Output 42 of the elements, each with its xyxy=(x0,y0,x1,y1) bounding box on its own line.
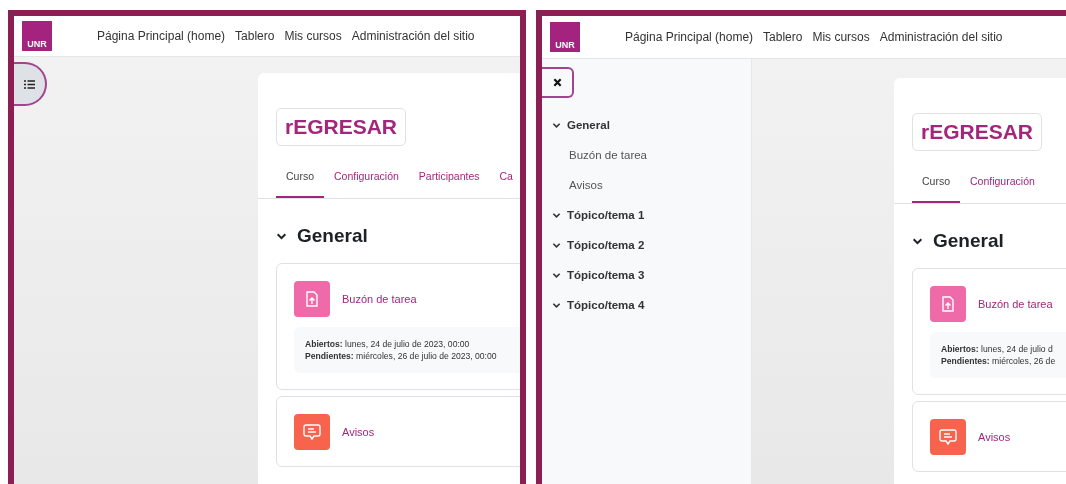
nav-link[interactable]: Tablero xyxy=(235,29,275,43)
list-icon xyxy=(24,79,35,89)
date-text: Pendientes: miércoles, 26 de julio de 2023, 00:00 xyxy=(305,351,498,361)
activity-link[interactable]: Avisos xyxy=(342,426,375,438)
section-link[interactable]: General xyxy=(567,119,610,131)
course-title: rEGRESAR xyxy=(276,108,407,146)
close-button[interactable] xyxy=(542,67,574,98)
section-link[interactable]: Tópico/tema 1 xyxy=(567,209,645,221)
file-upload-icon xyxy=(305,291,319,307)
logo[interactable]: UNR xyxy=(22,21,52,51)
nav-link[interactable]: Mis cursos xyxy=(812,30,870,44)
tab[interactable]: Ca xyxy=(489,158,520,198)
activity-link[interactable]: Buzón de tarea xyxy=(978,298,1053,310)
date-text: Abiertos: lunes, 24 de julio de 2023, 00:00 xyxy=(305,339,471,349)
activity-link[interactable]: Avisos xyxy=(978,431,1011,443)
logo[interactable]: UNR xyxy=(550,22,580,52)
nav-link[interactable]: Administración del sitio xyxy=(351,29,475,43)
nav-link[interactable]: Mis cursos xyxy=(284,29,342,43)
section-title: General xyxy=(933,230,1004,252)
tab[interactable]: Participantes xyxy=(408,158,490,198)
speech-bubble-icon xyxy=(303,423,321,441)
activity-link[interactable]: Buzón de tarea xyxy=(569,149,647,161)
section-link[interactable]: Tópico/tema 3 xyxy=(567,269,645,281)
section-link[interactable]: Tópico/tema 2 xyxy=(567,239,645,251)
nav-link[interactable]: Tablero xyxy=(763,30,803,44)
tab[interactable]: Configuración xyxy=(960,163,1045,203)
date-text: Abiertos: lunes, 24 de julio d xyxy=(941,344,1054,354)
date-text: Pendientes: miércoles, 26 de xyxy=(941,356,1057,366)
nav-link[interactable]: Página Principal (home) xyxy=(625,30,754,44)
nav-link[interactable]: Administración del sitio xyxy=(879,30,1003,44)
tab[interactable]: Curso xyxy=(276,158,324,198)
close-icon xyxy=(552,78,562,87)
speech-bubble-icon xyxy=(939,428,957,446)
section-link[interactable]: Tópico/tema 4 xyxy=(567,299,645,311)
tab[interactable]: Configuración xyxy=(324,158,409,198)
activity-link[interactable]: Buzón de tarea xyxy=(342,293,417,305)
file-upload-icon xyxy=(941,296,955,312)
course-title: rEGRESAR xyxy=(912,113,1043,151)
section-title: General xyxy=(297,225,368,247)
nav-link[interactable]: Página Principal (home) xyxy=(97,29,226,43)
activity-link[interactable]: Avisos xyxy=(569,179,603,191)
tab[interactable]: Curso xyxy=(912,163,960,203)
